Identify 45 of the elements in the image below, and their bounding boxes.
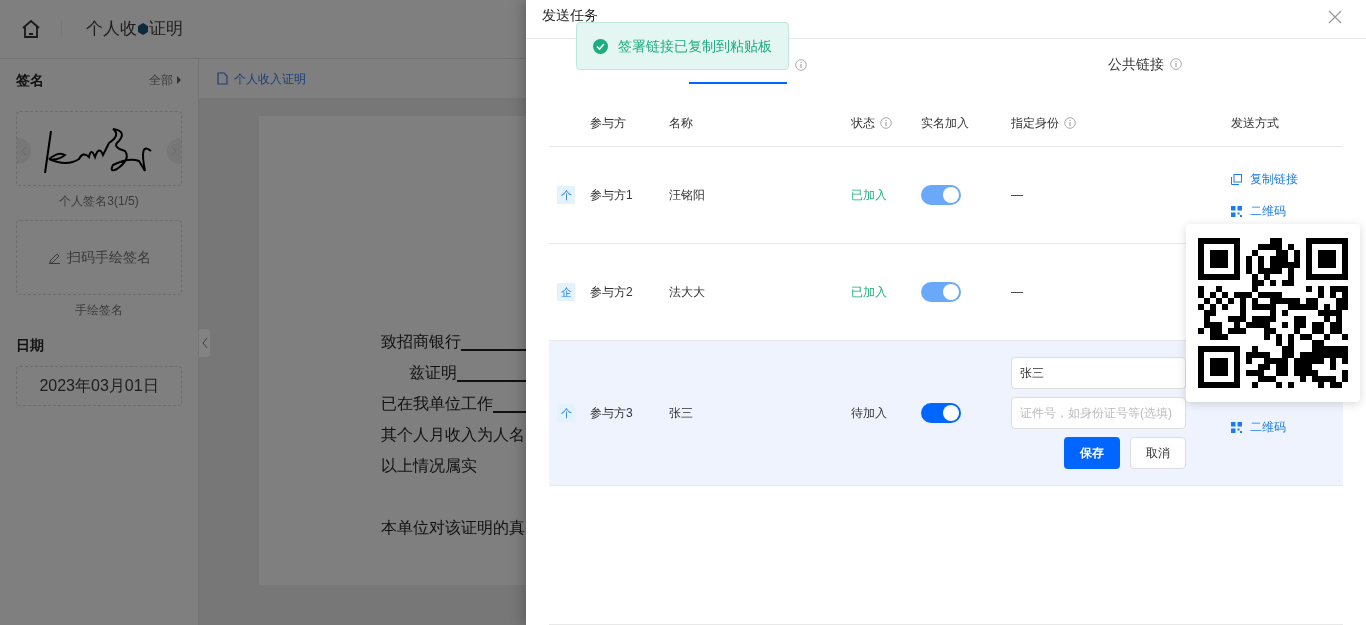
table-cell: — (1011, 188, 1023, 202)
table-cell-text: 参与方1 (590, 187, 633, 204)
document-text: 兹证明 (409, 363, 457, 383)
table-cell: 法大大 (669, 285, 705, 299)
status-text: 已加入 (851, 285, 887, 299)
save-button[interactable]: 保存 (1064, 437, 1120, 469)
signature-caption: 个人签名3(1/5) (58, 193, 140, 210)
name-field[interactable]: 张三 (1011, 357, 1186, 389)
section-title: 日期 (16, 336, 45, 355)
table-cell: — (1011, 285, 1023, 299)
copied-toast: 签署链接已复制到粘贴板 (576, 22, 789, 70)
column-header: 指定身份 (1011, 114, 1059, 132)
column-header: 实名加入 (921, 114, 969, 132)
handdraw-caption: 手绘签名 (74, 302, 124, 319)
handdraw-button[interactable]: 扫码手绘签名 (16, 220, 182, 295)
column-header: 名称 (669, 114, 693, 132)
qr-code-link[interactable]: 二维码 (1231, 418, 1343, 436)
table-row[interactable]: 个 参与方3 张三 待加入 张三 证件号，如身份证号等(选填) 保存 取消 二维码 (549, 341, 1343, 486)
id-number-field[interactable]: 证件号，如身份证号等(选填) (1011, 397, 1186, 429)
column-header: 参与方 (590, 114, 626, 132)
column-header: 发送方式 (1231, 114, 1279, 132)
document-text: 致招商银行 (381, 332, 461, 352)
document-text: 以上情况属实 (381, 456, 477, 476)
section-title: 签名 (16, 70, 44, 90)
document-text: 已在我单位工作 (381, 394, 493, 414)
document-text: 本单位对该证明的真 (381, 518, 525, 538)
column-header: 状态 (851, 114, 875, 132)
party-badge: 个 (557, 404, 575, 422)
page-title: 个人收 (86, 18, 137, 41)
drawer-title: 发送任务 (542, 5, 598, 25)
party-badge: 个 (557, 186, 575, 204)
table-cell: 张三 (669, 406, 693, 420)
date-field[interactable]: 2023年03月01日 (16, 366, 182, 406)
document-tab[interactable]: 个人收入证明 (217, 69, 306, 88)
table-cell: 汪铭阳 (669, 188, 705, 202)
status-text: 已加入 (851, 188, 887, 202)
tab[interactable]: 公共链接 (946, 39, 1343, 89)
all-link[interactable]: 全部 (149, 71, 182, 89)
table-cell-text: 参与方2 (590, 284, 633, 301)
status-text: 待加入 (851, 406, 887, 420)
table-cell-text: 参与方3 (590, 405, 633, 422)
party-badge: 企 (557, 283, 575, 301)
cancel-button[interactable]: 取消 (1130, 437, 1186, 469)
page-title: 证明 (149, 18, 183, 41)
document-text: 其个人月收入为人名 (381, 425, 525, 445)
